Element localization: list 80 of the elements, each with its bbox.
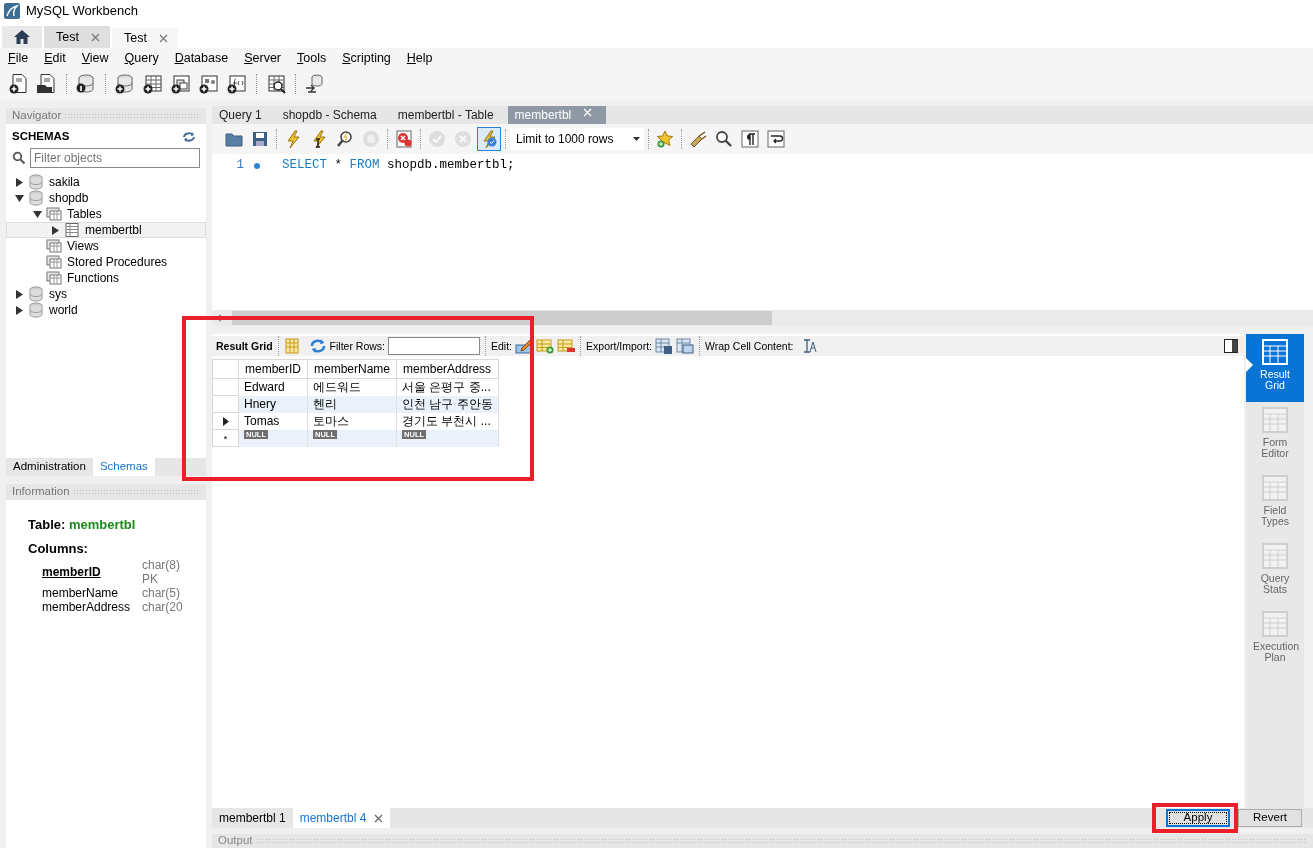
action-button[interactable]: Apply: [1166, 809, 1230, 827]
tree-label: membertbl: [85, 222, 142, 238]
key-label: PK: [142, 572, 159, 586]
tree-label: Views: [67, 238, 99, 254]
result-grid-label: Result Grid: [216, 339, 273, 353]
menu-item[interactable]: Edit: [36, 50, 74, 66]
line-number: 1: [235, 158, 244, 173]
tree-label: Tables: [67, 206, 102, 222]
menu-item[interactable]: File: [0, 50, 37, 66]
menu-item[interactable]: Database: [166, 50, 237, 66]
connection-tab[interactable]: Test: [44, 26, 110, 48]
export-label: Export/Import:: [586, 339, 652, 353]
panel-tab[interactable]: Schemas: [92, 458, 155, 476]
menu-item[interactable]: View: [73, 50, 117, 66]
table-cell: 서울 은평구 중...: [396, 378, 499, 396]
column-header[interactable]: memberID: [238, 359, 308, 379]
column-header[interactable]: memberAddress: [396, 359, 499, 379]
panel-title: Navigator: [12, 109, 62, 123]
table-cell: Tomas: [238, 412, 308, 430]
tree-label: shopdb: [49, 190, 89, 206]
editor-tab[interactable]: membertbl - Table: [390, 106, 508, 124]
table-cell: Edward: [238, 378, 308, 396]
side-panel-tab[interactable]: Form Editor: [1246, 402, 1304, 470]
panel-title: Output: [218, 834, 253, 848]
tree-item[interactable]: shopdb: [6, 190, 206, 206]
menu-item[interactable]: Tools: [289, 50, 335, 66]
edit-label: Edit:: [491, 339, 513, 353]
code-line: SELECT * FROM shopdb.membertbl;: [282, 158, 515, 173]
column-name: memberID: [42, 564, 102, 581]
filter-field[interactable]: Filter objects: [30, 148, 200, 168]
filter-label: Filter Rows:: [329, 339, 386, 353]
tree-item[interactable]: sakila: [6, 174, 206, 190]
limit-dropdown[interactable]: Limit to 1000 rows: [510, 128, 645, 150]
column-name: memberAddress: [42, 600, 132, 614]
wrap-label: Wrap Cell Content:: [705, 339, 794, 353]
side-panel-tab[interactable]: Query Stats: [1246, 538, 1304, 606]
table-cell: 인천 남구 주안동: [396, 395, 499, 413]
sql-editor[interactable]: 1 SELECT * FROM shopdb.membertbl;: [212, 154, 1313, 310]
tree-item[interactable]: Views: [6, 238, 206, 254]
menu-item[interactable]: Query: [116, 50, 167, 66]
window-title: MySQL Workbench: [26, 3, 138, 19]
new-row-marker: *: [223, 433, 228, 444]
tree-item[interactable]: sys: [6, 286, 206, 302]
action-button[interactable]: Revert: [1238, 809, 1302, 827]
column-header[interactable]: memberName: [307, 359, 397, 379]
side-panel-tab[interactable]: Execution Plan: [1246, 606, 1304, 674]
result-tab[interactable]: membertbl 1: [212, 808, 293, 828]
table-cell: 에드워드: [307, 378, 397, 396]
editor-tab[interactable]: Query 1: [212, 106, 276, 124]
editor-tab[interactable]: shopdb - Schema: [275, 106, 391, 124]
tree-item[interactable]: Stored Procedures: [6, 254, 206, 270]
connection-tab[interactable]: Test: [111, 26, 178, 48]
menu-item[interactable]: Help: [398, 50, 441, 66]
column-name: memberName: [42, 586, 120, 600]
columns-heading: Columns:: [28, 542, 89, 556]
table-heading: Table: membertbl: [28, 518, 137, 532]
table-cell: Hnery: [238, 395, 308, 413]
tree-item[interactable]: Tables: [6, 206, 206, 222]
menu-item[interactable]: Server: [236, 50, 289, 66]
table-cell: 헨리: [307, 395, 397, 413]
tree-label: sys: [49, 286, 67, 302]
section-title: SCHEMAS: [12, 130, 70, 144]
tree-label: sakila: [49, 174, 80, 190]
panel-tab[interactable]: Administration: [6, 458, 93, 476]
column-type: char(5): [142, 586, 181, 600]
tree-label: Stored Procedures: [67, 254, 168, 270]
table-cell: 토마스: [307, 412, 397, 430]
tree-label: Functions: [67, 270, 120, 286]
side-panel-tab[interactable]: Result Grid: [1246, 334, 1304, 402]
tree-item[interactable]: membertbl: [6, 222, 206, 238]
column-type: char(8): [142, 558, 181, 572]
column-type: char(20: [142, 600, 184, 614]
result-tab[interactable]: membertbl 4: [292, 808, 391, 828]
tree-item[interactable]: world: [6, 302, 206, 318]
tree-item[interactable]: Functions: [6, 270, 206, 286]
tree-label: world: [49, 302, 78, 318]
menu-item[interactable]: Scripting: [334, 50, 399, 66]
side-panel-tab[interactable]: Field Types: [1246, 470, 1304, 538]
panel-title: Information: [12, 485, 70, 499]
table-cell: 경기도 부천시 ...: [396, 412, 499, 430]
